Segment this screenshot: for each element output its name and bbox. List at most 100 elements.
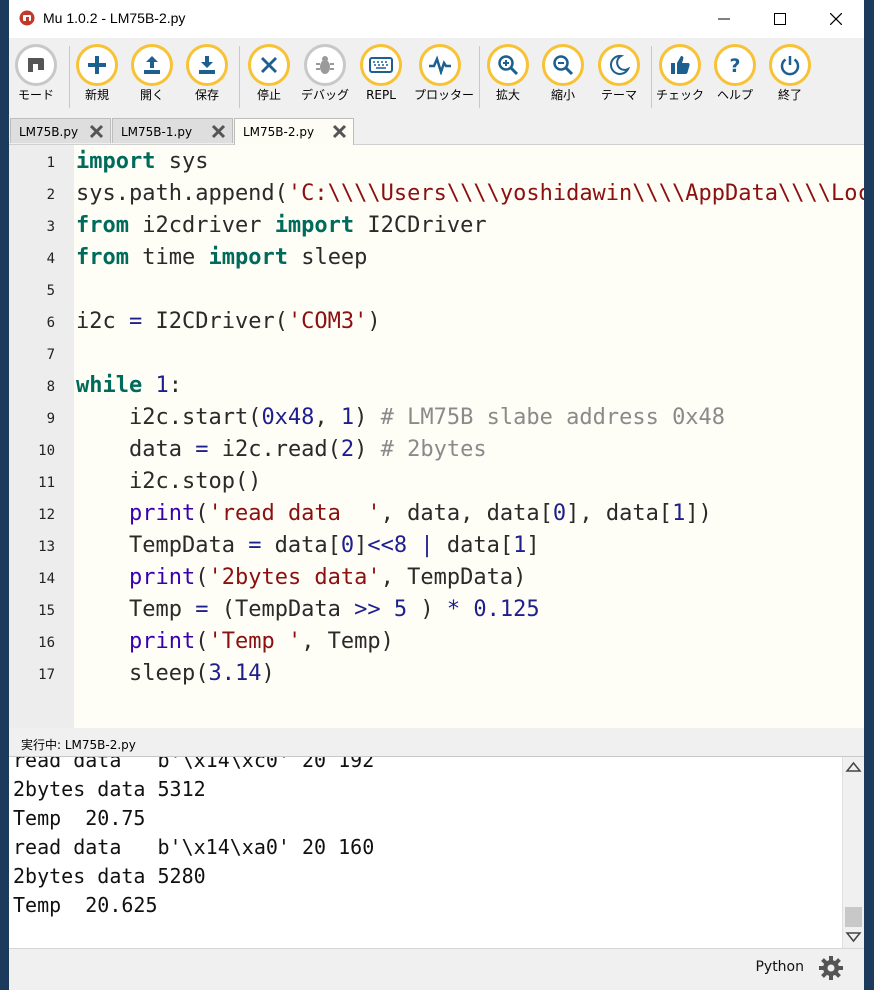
- repl-line: 2bytes data 5312: [13, 777, 206, 801]
- mode-indicator: Python: [755, 959, 804, 975]
- code-line: 12 print('read data ', data, data[0], da…: [9, 498, 864, 530]
- bug-icon: [316, 56, 334, 74]
- line-number: 12: [38, 507, 55, 523]
- code-line: 6 i2c = I2CDriver('COM3'): [9, 306, 864, 338]
- maximize-icon: [774, 13, 786, 25]
- repl-scrollbar[interactable]: [842, 757, 864, 949]
- line-number: 3: [46, 219, 55, 235]
- tab-lm75b[interactable]: LM75B.py: [10, 118, 111, 143]
- mu-app-icon: [19, 10, 35, 26]
- line-number: 14: [38, 571, 55, 587]
- mode-icon: [28, 58, 44, 72]
- line-number: 4: [46, 251, 55, 267]
- code-line: 3 from i2cdriver import I2CDriver: [9, 210, 864, 242]
- save-button[interactable]: 保存: [181, 44, 233, 102]
- thumbs-up-icon: [671, 56, 690, 74]
- minimize-button[interactable]: [696, 0, 752, 38]
- close-window-button[interactable]: [808, 0, 864, 38]
- tab-lm75b-2[interactable]: LM75B-2.py: [234, 118, 354, 145]
- running-status-bar: 実行中: LM75B-2.py: [9, 728, 864, 756]
- close-icon: [830, 13, 842, 25]
- running-status-text: 実行中: LM75B-2.py: [21, 738, 136, 752]
- toolbar-separator: [69, 46, 70, 108]
- tab-label: LM75B-1.py: [121, 125, 193, 139]
- line-number: 7: [46, 347, 55, 363]
- scroll-up-arrow-icon[interactable]: [843, 757, 864, 777]
- repl-output-pane[interactable]: read data b'\x14\xc0' 20 192 2bytes data…: [9, 756, 864, 949]
- stop-button[interactable]: 停止: [243, 44, 295, 102]
- code-text: print('Temp ', Temp): [128, 629, 394, 654]
- code-text: sleep(3.14): [76, 661, 275, 686]
- repl-line: Temp 20.75: [13, 806, 146, 830]
- code-text: i2c.start(0x48, 1) # LM75B slabe address…: [76, 405, 726, 430]
- scrollbar-thumb[interactable]: [845, 907, 862, 927]
- line-number: 6: [46, 315, 55, 331]
- code-line: 15 Temp = (TempData >> 5 ) * 0.125: [9, 594, 864, 626]
- quit-button[interactable]: 終了: [764, 44, 816, 102]
- close-icon[interactable]: [211, 124, 226, 139]
- line-number: 15: [38, 603, 55, 619]
- code-text: print('2bytes data', TempData): [128, 565, 527, 590]
- theme-button[interactable]: テーマ: [593, 44, 645, 102]
- zoom-in-button[interactable]: 拡大: [482, 44, 534, 102]
- code-text: data = i2c.read(2) # 2bytes: [76, 437, 487, 462]
- help-icon: ?: [729, 55, 740, 76]
- repl-button[interactable]: REPL: [355, 44, 407, 102]
- close-icon[interactable]: [89, 124, 104, 139]
- line-number: 2: [46, 187, 55, 203]
- code-line: 8 while 1:: [9, 370, 864, 402]
- tab-lm75b-1[interactable]: LM75B-1.py: [112, 118, 233, 143]
- code-text: from time import sleep: [76, 245, 368, 270]
- code-text: sys.path.append('C:\\\\Users\\\\yoshidaw…: [76, 181, 864, 206]
- line-number: 16: [38, 635, 55, 651]
- code-text: import sys: [76, 149, 209, 174]
- repl-line: Temp 20.625: [13, 893, 158, 917]
- mode-button[interactable]: モード: [10, 44, 62, 102]
- maximize-button[interactable]: [752, 0, 808, 38]
- mu-editor-window: Mu 1.0.2 - LM75B-2.py モード 新規 開く 保存 停止 デバ…: [9, 0, 864, 990]
- zoom-out-icon: [553, 55, 574, 76]
- toolbar-separator: [651, 46, 652, 108]
- line-number: 13: [38, 539, 55, 555]
- window-title: Mu 1.0.2 - LM75B-2.py: [43, 10, 186, 26]
- code-text: TempData = data[0]<<8 | data[1]: [76, 533, 540, 558]
- close-icon[interactable]: [332, 124, 347, 139]
- code-editor[interactable]: 1 import sys 2 sys.path.append('C:\\\\Us…: [9, 145, 864, 728]
- minimize-icon: [718, 18, 730, 20]
- pulse-icon: [429, 55, 451, 75]
- tab-label: LM75B-2.py: [243, 125, 315, 139]
- debug-button[interactable]: デバッグ: [299, 44, 351, 102]
- open-file-button[interactable]: 開く: [126, 44, 178, 102]
- zoom-out-button[interactable]: 縮小: [537, 44, 589, 102]
- repl-line: read data b'\x14\xa0' 20 160: [13, 835, 375, 859]
- code-text: i2c = I2CDriver('COM3'): [76, 309, 381, 334]
- tab-label: LM75B.py: [19, 125, 79, 139]
- help-button[interactable]: ? ヘルプ: [709, 44, 761, 102]
- code-line: 1 import sys: [9, 146, 864, 178]
- code-line: 17 sleep(3.14): [9, 658, 864, 690]
- scroll-down-arrow-icon[interactable]: [843, 927, 864, 947]
- check-button[interactable]: チェック: [654, 44, 706, 102]
- code-line: 11 i2c.stop(): [9, 466, 864, 498]
- code-line: 16 print('Temp ', Temp): [9, 626, 864, 658]
- repl-line: 2bytes data 5280: [13, 864, 206, 888]
- toolbar: モード 新規 開く 保存 停止 デバッグ REPL プロッター 拡大 縮小 テー…: [9, 38, 864, 116]
- code-line: 13 TempData = data[0]<<8 | data[1]: [9, 530, 864, 562]
- line-number: 1: [46, 155, 55, 171]
- close-icon: [261, 57, 277, 73]
- zoom-in-icon: [498, 55, 519, 76]
- code-text: i2c.stop(): [76, 469, 262, 494]
- plotter-button[interactable]: プロッター: [414, 44, 474, 102]
- code-line: 10 data = i2c.read(2) # 2bytes: [9, 434, 864, 466]
- code-line: 2 sys.path.append('C:\\\\Users\\\\yoshid…: [9, 178, 864, 210]
- code-line: 7: [9, 338, 864, 370]
- line-number: 17: [38, 667, 55, 683]
- code-text: from i2cdriver import I2CDriver: [76, 213, 487, 238]
- code-line: 4 from time import sleep: [9, 242, 864, 274]
- gear-icon[interactable]: [818, 955, 844, 981]
- line-number: 8: [46, 379, 55, 395]
- line-number: 9: [46, 411, 55, 427]
- new-file-button[interactable]: 新規: [71, 44, 123, 102]
- toolbar-separator: [239, 46, 240, 108]
- keyboard-icon: [369, 57, 393, 73]
